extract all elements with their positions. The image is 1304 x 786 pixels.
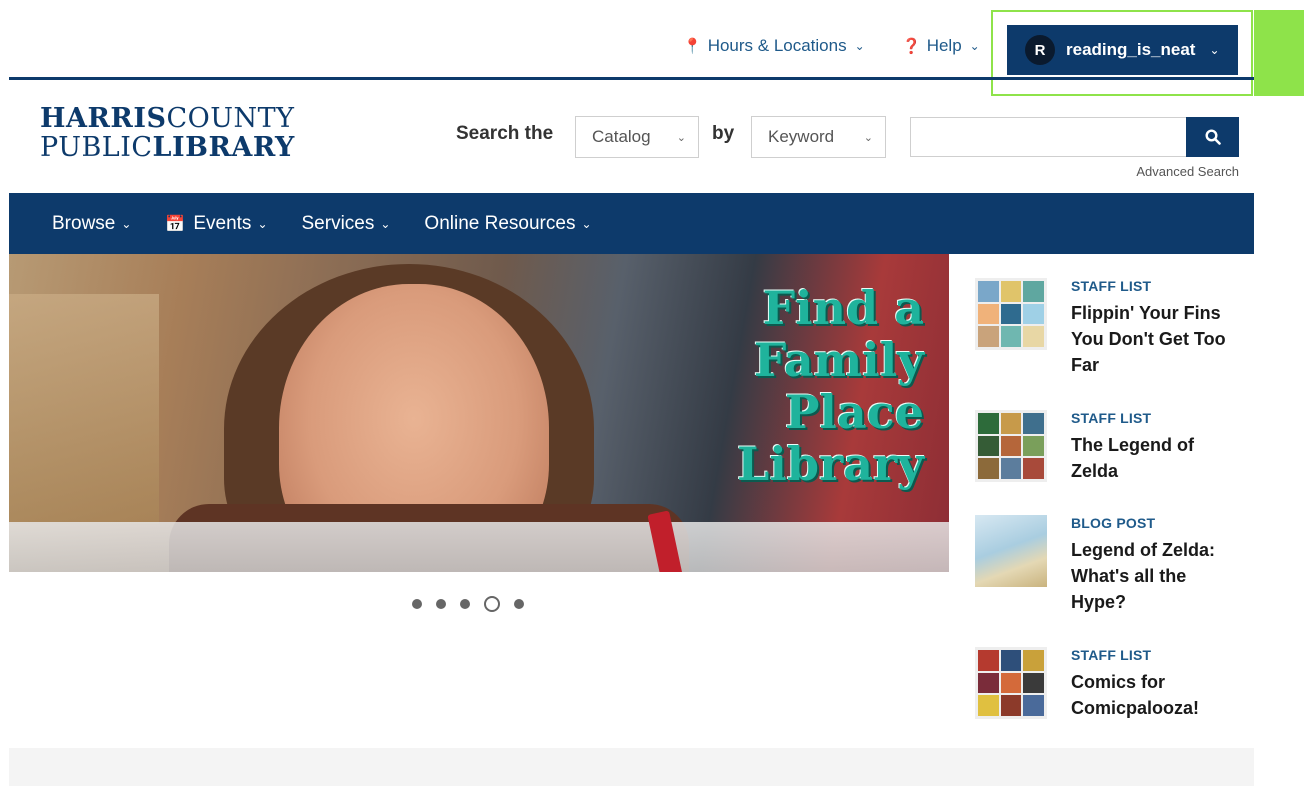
search-the-label: Search the <box>456 123 554 144</box>
help-label: Help <box>926 36 962 55</box>
nav-services-label: Services <box>301 212 375 234</box>
nav-events[interactable]: 📅 Events ⌄ <box>165 213 267 235</box>
chevron-down-icon: ⌄ <box>121 216 132 231</box>
list-item[interactable]: STAFF LIST The Legend of Zelda <box>975 410 1255 500</box>
highlight-marker <box>1254 10 1304 96</box>
list-item-title[interactable]: Legend of Zelda: What's all the Hype? <box>1071 537 1241 615</box>
nav-online-resources-label: Online Resources <box>424 212 576 234</box>
hero-title: Find a Family Place Library <box>584 282 924 490</box>
search-scope-select[interactable]: Catalog ⌄ <box>575 116 699 158</box>
by-label: by <box>712 123 735 144</box>
list-item-thumbnail[interactable] <box>975 278 1047 350</box>
nav-browse-label: Browse <box>52 212 116 234</box>
carousel-dot-1[interactable] <box>412 599 422 609</box>
hours-locations-label: Hours & Locations <box>707 36 847 55</box>
search-icon <box>1204 129 1221 145</box>
search-button[interactable] <box>1186 117 1239 157</box>
search-input[interactable] <box>910 117 1187 157</box>
logo-county: COUNTY <box>166 103 295 134</box>
hours-locations-link[interactable]: 📍 Hours & Locations ⌄ <box>683 36 865 56</box>
user-account-button[interactable]: R reading_is_neat ⌄ <box>1007 25 1238 75</box>
hero-photo-shelf <box>9 294 159 524</box>
chevron-down-icon: ⌄ <box>969 39 980 53</box>
list-item-thumbnail[interactable] <box>975 410 1047 482</box>
search-scope-value: Catalog <box>592 127 651 146</box>
list-item-title[interactable]: Comics for Comicpalooza! <box>1071 669 1241 721</box>
list-item-title[interactable]: Flippin' Your Fins You Don't Get Too Far <box>1071 300 1241 378</box>
list-item-thumbnail[interactable] <box>975 647 1047 719</box>
list-item-kind: STAFF LIST <box>1071 647 1152 663</box>
nav-online-resources[interactable]: Online Resources ⌄ <box>424 213 591 235</box>
search-field-select[interactable]: Keyword ⌄ <box>751 116 886 158</box>
help-link[interactable]: ❓ Help ⌄ <box>902 36 980 56</box>
chevron-down-icon: ⌄ <box>581 216 592 231</box>
carousel-dot-3[interactable] <box>460 599 470 609</box>
carousel-dot-2[interactable] <box>436 599 446 609</box>
logo-public: PUBLIC <box>40 132 153 163</box>
logo-library: LIBRARY <box>152 132 295 163</box>
chevron-down-icon: ⌄ <box>854 39 865 53</box>
hero-title-line-2: Place Library <box>737 385 924 491</box>
logo-line-1: HARRISCOUNTY <box>40 104 295 133</box>
chevron-down-icon: ⌄ <box>257 216 268 231</box>
hero-photo-table <box>9 522 949 572</box>
list-item-kind: STAFF LIST <box>1071 410 1152 426</box>
list-item-title[interactable]: The Legend of Zelda <box>1071 432 1241 484</box>
hero-carousel-slide[interactable]: Find a Family Place Library <box>9 254 949 572</box>
carousel-dot-5[interactable] <box>514 599 524 609</box>
chevron-down-icon: ⌄ <box>1209 43 1220 57</box>
footer-band <box>9 748 1254 786</box>
nav-events-label: Events <box>193 212 252 234</box>
map-pin-icon: 📍 <box>683 38 702 55</box>
user-name: reading_is_neat <box>1066 40 1196 59</box>
list-item[interactable]: STAFF LIST Flippin' Your Fins You Don't … <box>975 278 1255 388</box>
logo-line-2: PUBLICLIBRARY <box>40 133 295 162</box>
utility-bar: 📍 Hours & Locations ⌄ ❓ Help ⌄ R reading… <box>0 0 1304 96</box>
nav-services[interactable]: Services ⌄ <box>302 213 391 235</box>
nav-browse[interactable]: Browse ⌄ <box>52 213 131 235</box>
list-item-kind: STAFF LIST <box>1071 278 1152 294</box>
list-item[interactable]: STAFF LIST Comics for Comicpalooza! <box>975 647 1255 727</box>
list-item[interactable]: BLOG POST Legend of Zelda: What's all th… <box>975 515 1255 625</box>
calendar-icon: 📅 <box>165 215 186 233</box>
question-circle-icon: ❓ <box>902 38 921 55</box>
list-item-kind: BLOG POST <box>1071 515 1156 531</box>
advanced-search-link[interactable]: Advanced Search <box>1100 164 1239 179</box>
chevron-down-icon: ⌄ <box>676 131 686 144</box>
header-divider <box>9 77 1254 80</box>
main-nav: Browse ⌄ 📅 Events ⌄ Services ⌄ Online Re… <box>9 193 1254 254</box>
search-field-value: Keyword <box>768 127 835 146</box>
avatar: R <box>1025 35 1055 65</box>
chevron-down-icon: ⌄ <box>380 216 391 231</box>
carousel-dot-4[interactable] <box>484 596 500 612</box>
library-logo[interactable]: HARRISCOUNTY PUBLICLIBRARY <box>40 104 295 162</box>
carousel-indicators <box>412 596 524 612</box>
list-item-thumbnail[interactable] <box>975 515 1047 587</box>
hero-title-line-1: Find a Family <box>753 281 924 387</box>
chevron-down-icon: ⌄ <box>863 131 873 144</box>
logo-harris: HARRIS <box>40 103 167 134</box>
